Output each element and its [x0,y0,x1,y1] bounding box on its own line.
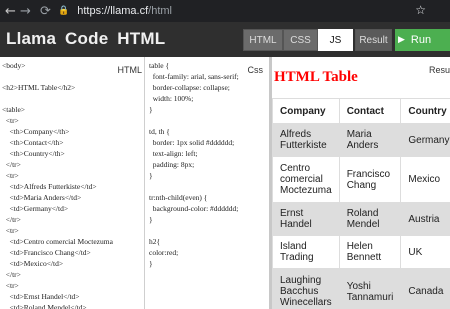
css-editor-panel[interactable]: table { font-family: arial, sans-serif; … [145,57,272,309]
table-cell: Canada [400,268,450,309]
browser-toolbar: ← → ⟳ 🔒 https://llama.cf/html ☆ [0,0,450,22]
html-editor-panel[interactable]: <body> <h2>HTML Table</h2> <table> <tr> … [0,57,145,309]
app-header: Llama Code HTML HTML CSS JS Result ▶ Run [0,22,450,57]
result-heading: HTML Table [274,69,358,85]
table-row: Ernst Handel Roland Mendel Austria [272,202,450,236]
table-cell: Maria Anders [338,123,402,157]
tab-css[interactable]: CSS [283,29,318,51]
back-arrow-icon[interactable]: ← [3,4,18,19]
table-cell: Ernst Handel [272,202,340,236]
html-code[interactable]: <body> <h2>HTML Table</h2> <table> <tr> … [2,60,113,309]
table-cell: Island Trading [272,235,340,269]
table-row: Island Trading Helen Bennett UK [272,235,450,269]
table-header-cell: Country [400,98,450,124]
result-panel: Resu HTML Table Company Contact Country … [272,57,450,309]
lock-icon: 🔒 [58,6,70,16]
css-code[interactable]: table { font-family: arial, sans-serif; … [149,60,239,269]
tab-result[interactable]: Result [355,29,392,51]
run-label: Run [410,34,432,46]
bookmark-star-icon[interactable]: ☆ [415,3,426,17]
tab-html[interactable]: HTML [243,29,283,51]
table-header-cell: Contact [338,98,402,124]
table-cell: Austria [400,202,450,236]
html-panel-label: HTML [117,65,143,75]
run-button[interactable]: ▶ Run [395,29,450,51]
tab-js[interactable]: JS [318,29,353,51]
table-row: Centro comercial Moctezuma Francisco Cha… [272,156,450,203]
table-cell: Yoshi Tannamuri [338,268,402,309]
table-cell: Alfreds Futterkiste [272,123,340,157]
table-cell: Helen Bennett [338,235,402,269]
result-table: Company Contact Country Alfreds Futterki… [272,98,450,309]
table-header-row: Company Contact Country [272,98,450,124]
app-title: Llama Code HTML [6,29,166,48]
table-cell: Roland Mendel [338,202,402,236]
table-cell: Francisco Chang [338,156,402,203]
table-cell: Germany [400,123,450,157]
table-cell: Centro comercial Moctezuma [272,156,340,203]
result-panel-label: Resu [428,65,450,75]
table-cell: Laughing Bacchus Winecellars [272,268,340,309]
reload-icon[interactable]: ⟳ [38,4,53,19]
table-header-cell: Company [272,98,340,124]
css-panel-label: Css [247,65,264,75]
table-cell: UK [400,235,450,269]
table-row: Laughing Bacchus Winecellars Yoshi Tanna… [272,268,450,309]
play-icon: ▶ [398,35,405,45]
url-text: https://llama.cf/html [77,5,172,17]
forward-arrow-icon[interactable]: → [18,4,33,19]
table-row: Alfreds Futterkiste Maria Anders Germany [272,123,450,157]
address-bar[interactable]: 🔒 https://llama.cf/html [58,2,433,20]
table-cell: Mexico [400,156,450,203]
